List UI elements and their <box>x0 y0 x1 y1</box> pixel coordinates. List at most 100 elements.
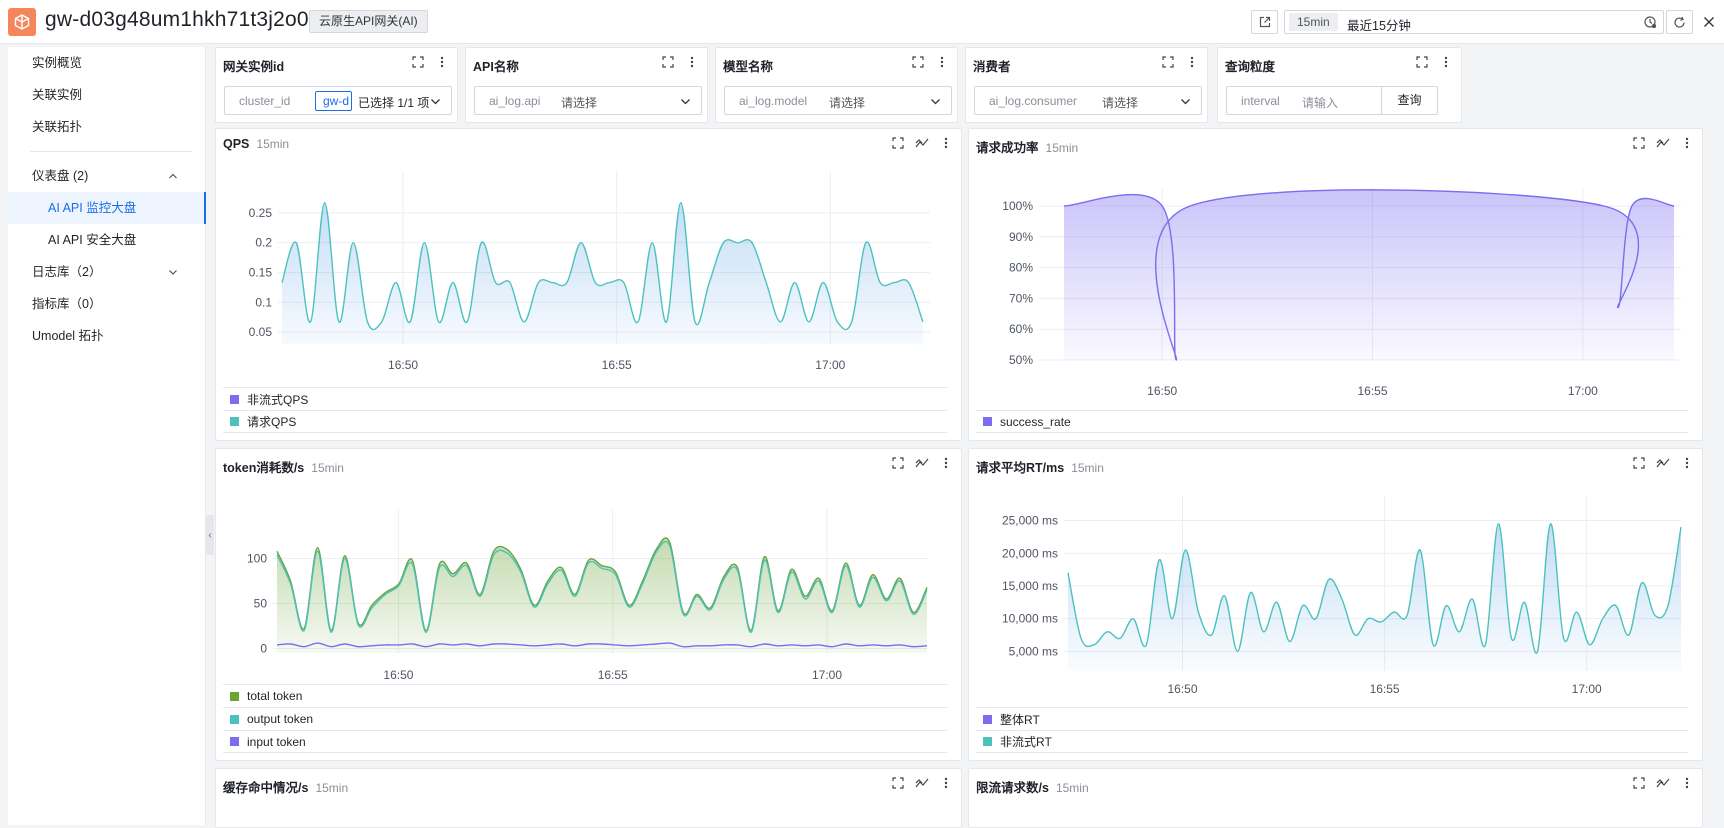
sidebar-collapse-handle[interactable]: ‹ <box>206 515 214 555</box>
legend-item[interactable]: 整体RT <box>976 707 1688 730</box>
y-tick-label: 50 <box>254 597 268 611</box>
x-tick-label: 17:00 <box>812 668 842 682</box>
fullscreen-icon[interactable] <box>1632 136 1646 150</box>
legend-label: input token <box>247 734 306 749</box>
sidebar-item-ai-api-monitor[interactable]: AI API 监控大盘 <box>8 192 206 224</box>
consumer-select[interactable]: ai_log.consumer 请选择 <box>974 86 1202 115</box>
fullscreen-icon[interactable] <box>411 55 425 69</box>
filter-placeholder: 请选择 <box>561 96 598 110</box>
legend-item[interactable]: 非流式QPS <box>223 387 947 410</box>
query-button[interactable]: 查询 <box>1381 87 1437 114</box>
more-icon[interactable] <box>939 456 953 470</box>
sidebar-item-overview[interactable]: 实例概览 <box>8 47 206 79</box>
x-tick-label: 16:55 <box>1358 384 1388 398</box>
fullscreen-icon[interactable] <box>891 456 905 470</box>
more-icon[interactable] <box>685 55 699 69</box>
more-icon[interactable] <box>939 776 953 790</box>
y-tick-label: 0.15 <box>249 265 273 279</box>
legend-item[interactable]: input token <box>223 730 947 753</box>
model-name-select[interactable]: ai_log.model 请选择 <box>724 86 952 115</box>
trend-icon[interactable] <box>915 776 929 790</box>
panel-cache-hit: 缓存命中情况/s 15min <box>215 768 962 828</box>
interval-input[interactable]: 请输入 <box>1302 94 1338 111</box>
legend-item[interactable]: 请求QPS <box>223 410 947 433</box>
selected-tag: gw-d <box>315 91 352 111</box>
legend-label: total token <box>247 689 303 703</box>
filter-title: 消费者 <box>973 60 1011 74</box>
close-button[interactable] <box>1697 10 1721 34</box>
fullscreen-icon[interactable] <box>891 776 905 790</box>
filter-placeholder: 请选择 <box>1102 96 1139 110</box>
trend-icon[interactable] <box>915 136 929 150</box>
chart-legend: total token output token input token <box>223 684 947 753</box>
legend-swatch <box>230 417 239 426</box>
selected-count: 已选择 1/1 项 <box>358 96 430 110</box>
legend-swatch <box>983 714 992 724</box>
sidebar-item-umodel-topology[interactable]: Umodel 拓扑 <box>8 320 206 352</box>
fullscreen-icon[interactable] <box>891 136 905 150</box>
x-tick-label: 16:50 <box>383 668 413 682</box>
filter-key: cluster_id <box>239 94 291 108</box>
clock-refresh-icon[interactable] <box>1643 15 1657 32</box>
y-tick-label: 100% <box>1002 199 1033 213</box>
legend-item[interactable]: total token <box>223 684 947 707</box>
series-area-1 <box>1068 523 1681 671</box>
fullscreen-icon[interactable] <box>1632 776 1646 790</box>
legend-label: 请求QPS <box>247 415 297 429</box>
sidebar-item-related-instances[interactable]: 关联实例 <box>8 79 206 111</box>
external-link-icon <box>1259 16 1270 28</box>
refresh-icon <box>1674 16 1685 28</box>
more-icon[interactable] <box>1439 55 1453 69</box>
fullscreen-icon[interactable] <box>911 55 925 69</box>
more-icon[interactable] <box>1680 776 1694 790</box>
open-external-button[interactable] <box>1251 10 1278 34</box>
fullscreen-icon[interactable] <box>1415 55 1429 69</box>
legend-item[interactable]: 非流式RT <box>976 730 1688 753</box>
time-range-picker[interactable]: 15min 最近15分钟 <box>1284 10 1664 34</box>
sidebar-item-metricstores[interactable]: 指标库（0） <box>8 288 206 320</box>
sidebar-item-topology[interactable]: 关联拓扑 <box>8 111 206 143</box>
more-icon[interactable] <box>1680 136 1694 150</box>
legend-swatch <box>230 737 239 746</box>
time-range-label: 最近15分钟 <box>1347 19 1411 33</box>
y-tick-label: 15,000 ms <box>1002 579 1058 593</box>
panel-title: token消耗数/s <box>223 461 305 475</box>
trend-icon[interactable] <box>915 456 929 470</box>
x-tick-label: 16:55 <box>1370 682 1400 696</box>
filter-api-name: API名称 ai_log.api 请选择 <box>465 47 708 123</box>
trend-icon[interactable] <box>1656 776 1670 790</box>
panel-token: token消耗数/s 15min 0 50 100 16:50 16:55 17:00 to… <box>215 448 962 761</box>
sidebar-item-logstores[interactable]: 日志库（2） <box>8 256 206 288</box>
filter-key: ai_log.model <box>739 94 808 108</box>
more-icon[interactable] <box>435 55 449 69</box>
sidebar-item-ai-api-security[interactable]: AI API 安全大盘 <box>8 224 206 256</box>
trend-icon[interactable] <box>1656 136 1670 150</box>
trend-icon[interactable] <box>1656 456 1670 470</box>
y-tick-label: 0.25 <box>249 206 273 220</box>
success-rate-chart: 50% 60% 70% 80% 90% 100% 16:50 16:55 17:00 <box>1002 188 1681 398</box>
panel-title: 请求成功率 <box>976 141 1039 155</box>
more-icon[interactable] <box>939 136 953 150</box>
sidebar-item-dashboards[interactable]: 仪表盘 (2) <box>8 160 206 192</box>
y-tick-label: 100 <box>247 552 267 566</box>
series-area-0 <box>277 537 927 653</box>
api-name-select[interactable]: ai_log.api 请选择 <box>474 86 702 115</box>
filter-title: 网关实例id <box>223 60 285 74</box>
panel-qps: QPS 15min 0.05 0.1 0.15 0.2 0.25 16:50 16:55 17:… <box>215 128 962 441</box>
time-range-short: 15min <box>1289 13 1338 31</box>
filter-consumer: 消费者 ai_log.consumer 请选择 <box>965 47 1208 123</box>
fullscreen-icon[interactable] <box>661 55 675 69</box>
x-tick-label: 16:50 <box>1168 682 1198 696</box>
chevron-down-icon <box>931 99 940 105</box>
fullscreen-icon[interactable] <box>1632 456 1646 470</box>
more-icon[interactable] <box>1185 55 1199 69</box>
legend-item[interactable]: success_rate <box>976 410 1688 433</box>
legend-item[interactable]: output token <box>223 707 947 730</box>
more-icon[interactable] <box>935 55 949 69</box>
more-icon[interactable] <box>1680 456 1694 470</box>
filter-title: API名称 <box>473 60 519 74</box>
fullscreen-icon[interactable] <box>1161 55 1175 69</box>
panel-title: 缓存命中情况/s <box>223 781 309 795</box>
gateway-id-select[interactable]: cluster_id gw-d 已选择 1/1 项 <box>224 86 452 115</box>
refresh-button[interactable] <box>1666 10 1693 34</box>
